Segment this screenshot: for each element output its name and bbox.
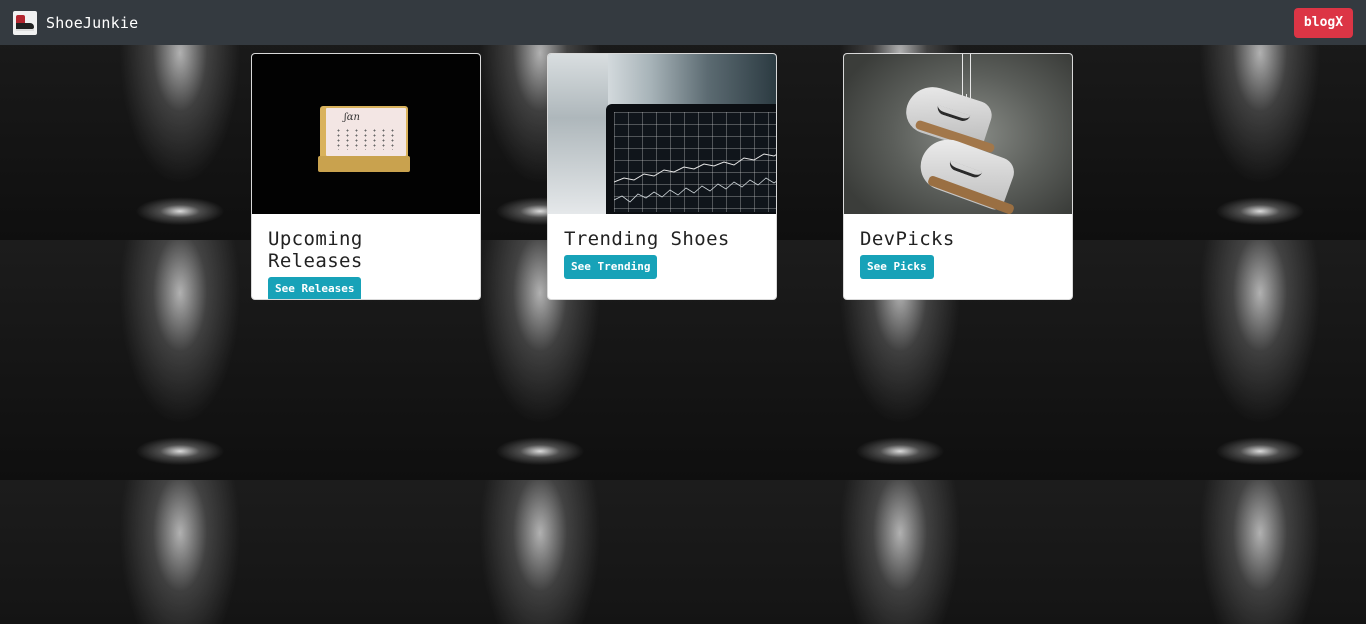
sneaker-logo-icon[interactable] <box>13 10 37 35</box>
card-devpicks: DevPicks See Picks <box>843 53 1073 300</box>
card-title: DevPicks <box>860 228 955 250</box>
brand-name[interactable]: ShoeJunkie <box>46 14 138 32</box>
calendar-image: ʃαn <box>252 54 480 214</box>
brand[interactable]: ShoeJunkie <box>13 10 138 35</box>
hanging-sneakers-image <box>844 54 1072 214</box>
card-title: Upcoming Releases <box>268 228 363 272</box>
top-navbar: ShoeJunkie blogX <box>0 0 1366 45</box>
stock-chart-image <box>548 54 776 214</box>
card-title: Trending Shoes <box>564 228 730 250</box>
card-trending-shoes: Trending Shoes See Trending <box>547 53 777 300</box>
see-trending-button[interactable]: See Trending <box>564 255 658 279</box>
see-releases-button[interactable]: See Releases <box>268 277 362 299</box>
see-picks-button[interactable]: See Picks <box>860 255 934 279</box>
card-upcoming-releases: ʃαn Upcoming Releases See Releases <box>251 53 481 300</box>
blogx-button[interactable]: blogX <box>1294 7 1353 38</box>
